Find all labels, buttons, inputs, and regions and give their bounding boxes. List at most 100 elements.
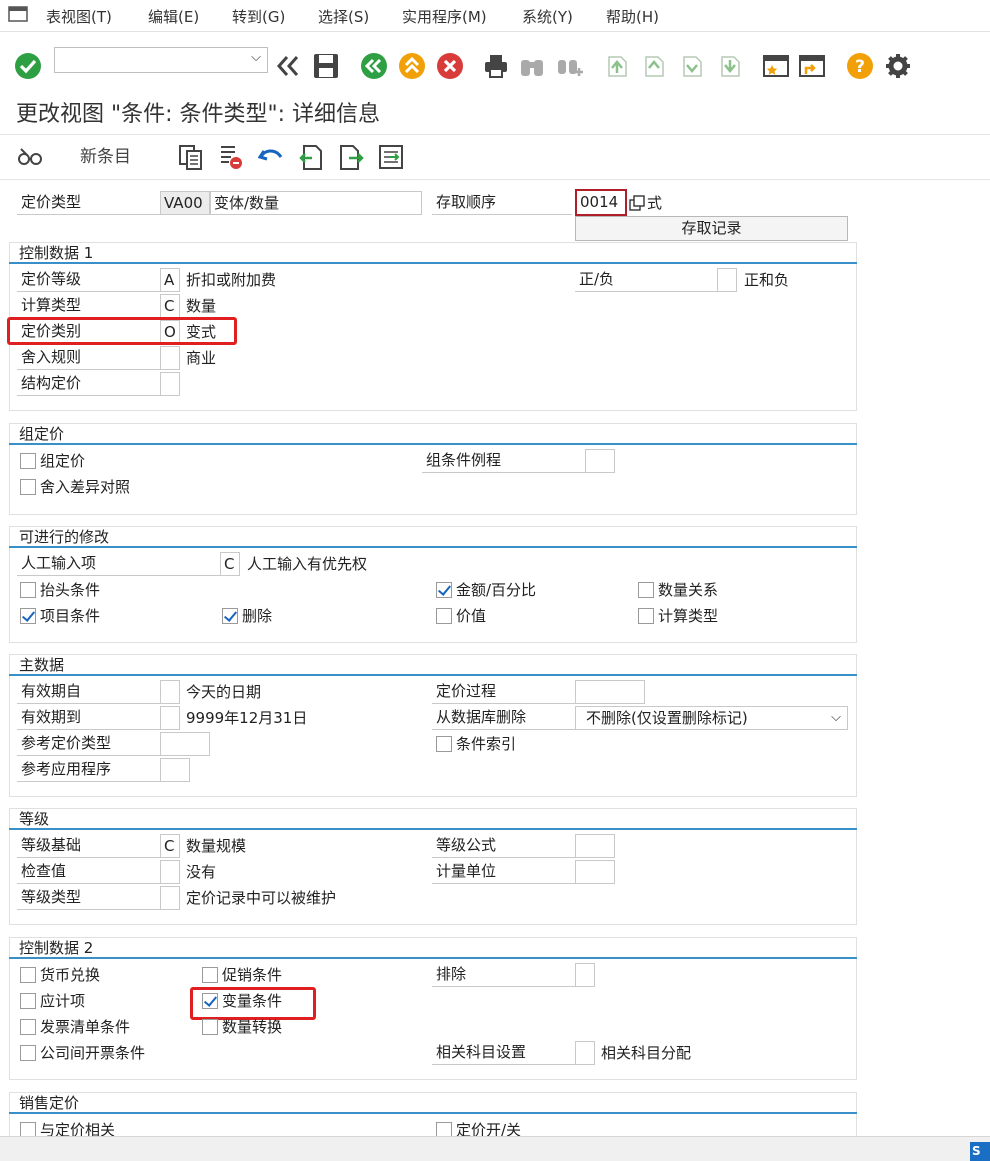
menu-edit[interactable]: 编辑(E): [148, 6, 199, 27]
pricing-type-description[interactable]: 变体/数量: [210, 191, 422, 215]
display-change-glasses-icon[interactable]: [17, 143, 43, 171]
exit-icon[interactable]: [398, 52, 426, 80]
next-entry-icon[interactable]: [338, 143, 364, 171]
previous-page-icon[interactable]: [640, 52, 668, 80]
valid-from-desc: 今天的日期: [186, 683, 262, 701]
menu-utilities[interactable]: 实用程序(M): [402, 6, 487, 27]
structure-pricing-input[interactable]: [160, 372, 180, 396]
help-icon[interactable]: ?: [846, 52, 874, 80]
value-checkbox[interactable]: [436, 608, 452, 624]
calculation-type-checkbox[interactable]: [638, 608, 654, 624]
double-chevron-left-icon[interactable]: [274, 52, 302, 80]
group-routine-label: 组条件例程: [422, 449, 585, 473]
manual-entry-input[interactable]: C: [220, 552, 240, 576]
intercompany-billing-checkbox[interactable]: [20, 1045, 36, 1061]
chevron-down-icon[interactable]: ⌵: [251, 50, 261, 65]
account-setting-label: 相关科目设置: [432, 1041, 575, 1065]
value-help-icon[interactable]: [629, 195, 645, 211]
next-page-icon[interactable]: [678, 52, 706, 80]
promotion-condition-checkbox[interactable]: [202, 967, 218, 983]
group-pricing-cb-label: 组定价: [40, 452, 86, 470]
check-value-input[interactable]: [160, 860, 180, 884]
delete-label: 删除: [242, 607, 273, 625]
pricing-level-input[interactable]: A: [160, 268, 180, 292]
currency-conversion-label: 货币兑换: [40, 966, 101, 984]
valid-from-label: 有效期自: [17, 680, 160, 704]
account-setting-input[interactable]: [575, 1041, 595, 1065]
back-icon[interactable]: [360, 52, 388, 80]
quantity-relation-checkbox[interactable]: [638, 582, 654, 598]
quantity-conversion-checkbox[interactable]: [202, 1019, 218, 1035]
menu-goto[interactable]: 转到(G): [232, 6, 285, 27]
chevron-down-icon[interactable]: ⌵: [831, 707, 841, 729]
delete-checkbox[interactable]: [222, 608, 238, 624]
scale-type-desc: 定价记录中可以被维护: [186, 889, 337, 907]
changes-allowed-header: 可进行的修改: [9, 526, 857, 548]
create-session-icon[interactable]: [762, 52, 790, 80]
copy-as-icon[interactable]: [178, 143, 204, 171]
header-condition-checkbox[interactable]: [20, 582, 36, 598]
menu-select[interactable]: 选择(S): [318, 6, 369, 27]
valid-to-input[interactable]: [160, 706, 180, 730]
group-routine-input[interactable]: [585, 449, 615, 473]
first-page-icon[interactable]: [603, 52, 631, 80]
rounding-difference-checkbox[interactable]: [20, 479, 36, 495]
manual-entry-desc: 人工输入有优先权: [247, 555, 368, 573]
menu-table-view[interactable]: 表视图(T): [46, 6, 112, 27]
access-records-button[interactable]: 存取记录: [575, 216, 848, 241]
reference-type-input[interactable]: [160, 732, 210, 756]
rounding-difference-label: 舍入差异对照: [40, 478, 131, 496]
access-sequence-label: 存取顺序: [432, 191, 572, 215]
value-label: 价值: [456, 607, 487, 625]
item-condition-checkbox[interactable]: [20, 608, 36, 624]
valid-from-input[interactable]: [160, 680, 180, 704]
scale-type-input[interactable]: [160, 886, 180, 910]
condition-index-checkbox[interactable]: [436, 736, 452, 752]
exclusion-input[interactable]: [575, 963, 595, 987]
scale-basis-desc: 数量规模: [186, 837, 247, 855]
pricing-level-label: 定价等级: [17, 268, 160, 292]
system-menu-icon[interactable]: [8, 6, 28, 22]
find-next-icon[interactable]: [556, 52, 584, 80]
unit-of-measure-input[interactable]: [575, 860, 615, 884]
find-icon[interactable]: [518, 52, 546, 80]
previous-entry-icon[interactable]: [298, 143, 324, 171]
shortcut-icon[interactable]: [798, 52, 826, 80]
currency-conversion-checkbox[interactable]: [20, 967, 36, 983]
enter-check-icon[interactable]: [14, 52, 42, 80]
last-page-icon[interactable]: [716, 52, 744, 80]
intercompany-billing-label: 公司间开票条件: [40, 1044, 146, 1062]
command-field[interactable]: ⌵: [54, 47, 268, 73]
new-entries-button[interactable]: 新条目: [80, 146, 131, 168]
plus-minus-input[interactable]: [717, 268, 737, 292]
calculation-type-input[interactable]: C: [160, 294, 180, 318]
amount-percent-checkbox[interactable]: [436, 582, 452, 598]
menu-help[interactable]: 帮助(H): [606, 6, 659, 27]
scale-formula-input[interactable]: [575, 834, 615, 858]
undo-icon[interactable]: [258, 143, 284, 171]
section-title: 销售定价: [19, 1094, 80, 1112]
delete-icon[interactable]: [218, 143, 244, 171]
calculation-type-cb-label: 计算类型: [658, 607, 719, 625]
cancel-icon[interactable]: [436, 52, 464, 80]
print-icon[interactable]: [482, 52, 510, 80]
accrual-checkbox[interactable]: [20, 993, 36, 1009]
settings-gear-icon[interactable]: [884, 52, 912, 80]
reference-application-input[interactable]: [160, 758, 190, 782]
group-pricing-checkbox[interactable]: [20, 453, 36, 469]
rounding-rule-input[interactable]: [160, 346, 180, 370]
invoice-list-checkbox[interactable]: [20, 1019, 36, 1035]
transport-icon[interactable]: [378, 143, 404, 171]
quantity-conversion-label: 数量转换: [222, 1018, 283, 1036]
save-icon[interactable]: [312, 52, 340, 80]
highlight-box: [7, 317, 237, 345]
access-sequence-input[interactable]: 0014: [575, 189, 627, 216]
delete-from-db-select[interactable]: 不删除(仅设置删除标记) ⌵: [575, 706, 848, 730]
pricing-procedure-input[interactable]: [575, 680, 645, 704]
valid-to-label: 有效期到: [17, 706, 160, 730]
scale-basis-input[interactable]: C: [160, 834, 180, 858]
sales-pricing-header: 销售定价: [9, 1092, 857, 1114]
menu-system[interactable]: 系统(Y): [522, 6, 573, 27]
group-pricing-header: 组定价: [9, 423, 857, 445]
svg-text:?: ?: [855, 57, 865, 77]
